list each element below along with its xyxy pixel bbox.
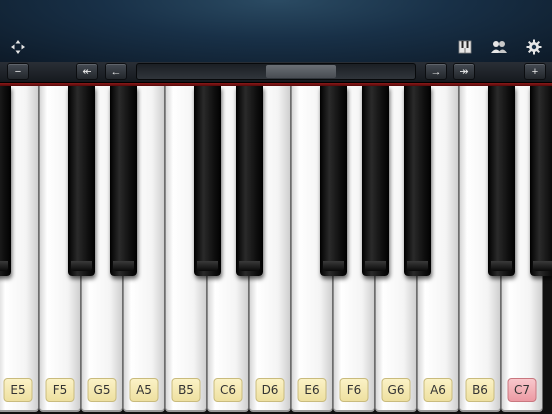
key-note-label: E5: [3, 378, 33, 402]
zoom-out-button[interactable]: −: [7, 63, 29, 80]
navigation-toolbar: − ↞ ← → ↠ +: [0, 62, 552, 83]
key-note-label: G5: [87, 378, 117, 402]
scroll-fast-right-button[interactable]: ↠: [453, 63, 475, 80]
zoom-in-button[interactable]: +: [524, 63, 546, 80]
black-key[interactable]: [362, 86, 389, 276]
key-note-label: E6: [297, 378, 327, 402]
key-note-label: G6: [381, 378, 411, 402]
key-note-label: B6: [465, 378, 495, 402]
piano-keyboard: E5 F5 G5 A5 B5 C6 D6 E6 F6 G6 A6 B6 C7: [0, 86, 552, 414]
scroll-left-button[interactable]: ←: [105, 63, 127, 80]
users-icon[interactable]: [489, 38, 509, 56]
key-note-label: D6: [255, 378, 285, 402]
key-note-label: F6: [339, 378, 369, 402]
key-note-label: B5: [171, 378, 201, 402]
black-key[interactable]: [0, 86, 11, 276]
keyboard-scrollbar[interactable]: [136, 63, 416, 80]
key-note-label: C6: [213, 378, 243, 402]
black-key[interactable]: [320, 86, 347, 276]
black-key[interactable]: [404, 86, 431, 276]
scroll-fast-left-button[interactable]: ↞: [76, 63, 98, 80]
key-note-label: F5: [45, 378, 75, 402]
dpad-icon[interactable]: [8, 38, 28, 56]
key-note-label: A5: [129, 378, 159, 402]
black-key[interactable]: [110, 86, 137, 276]
piano-keys-icon[interactable]: [455, 38, 475, 56]
black-key[interactable]: [530, 86, 552, 276]
black-key[interactable]: [194, 86, 221, 276]
black-key[interactable]: [68, 86, 95, 276]
key-note-label: A6: [423, 378, 453, 402]
app-header: [0, 0, 552, 63]
scrollbar-thumb[interactable]: [266, 65, 336, 78]
key-note-label: C7: [507, 378, 537, 402]
black-key[interactable]: [488, 86, 515, 276]
piano-app: − ↞ ← → ↠ + E5 F5 G5 A5 B5 C6 D6 E6 F6 G6 A6 B6 C7: [0, 0, 552, 414]
black-key[interactable]: [236, 86, 263, 276]
gear-icon[interactable]: [524, 38, 544, 56]
scroll-right-button[interactable]: →: [425, 63, 447, 80]
